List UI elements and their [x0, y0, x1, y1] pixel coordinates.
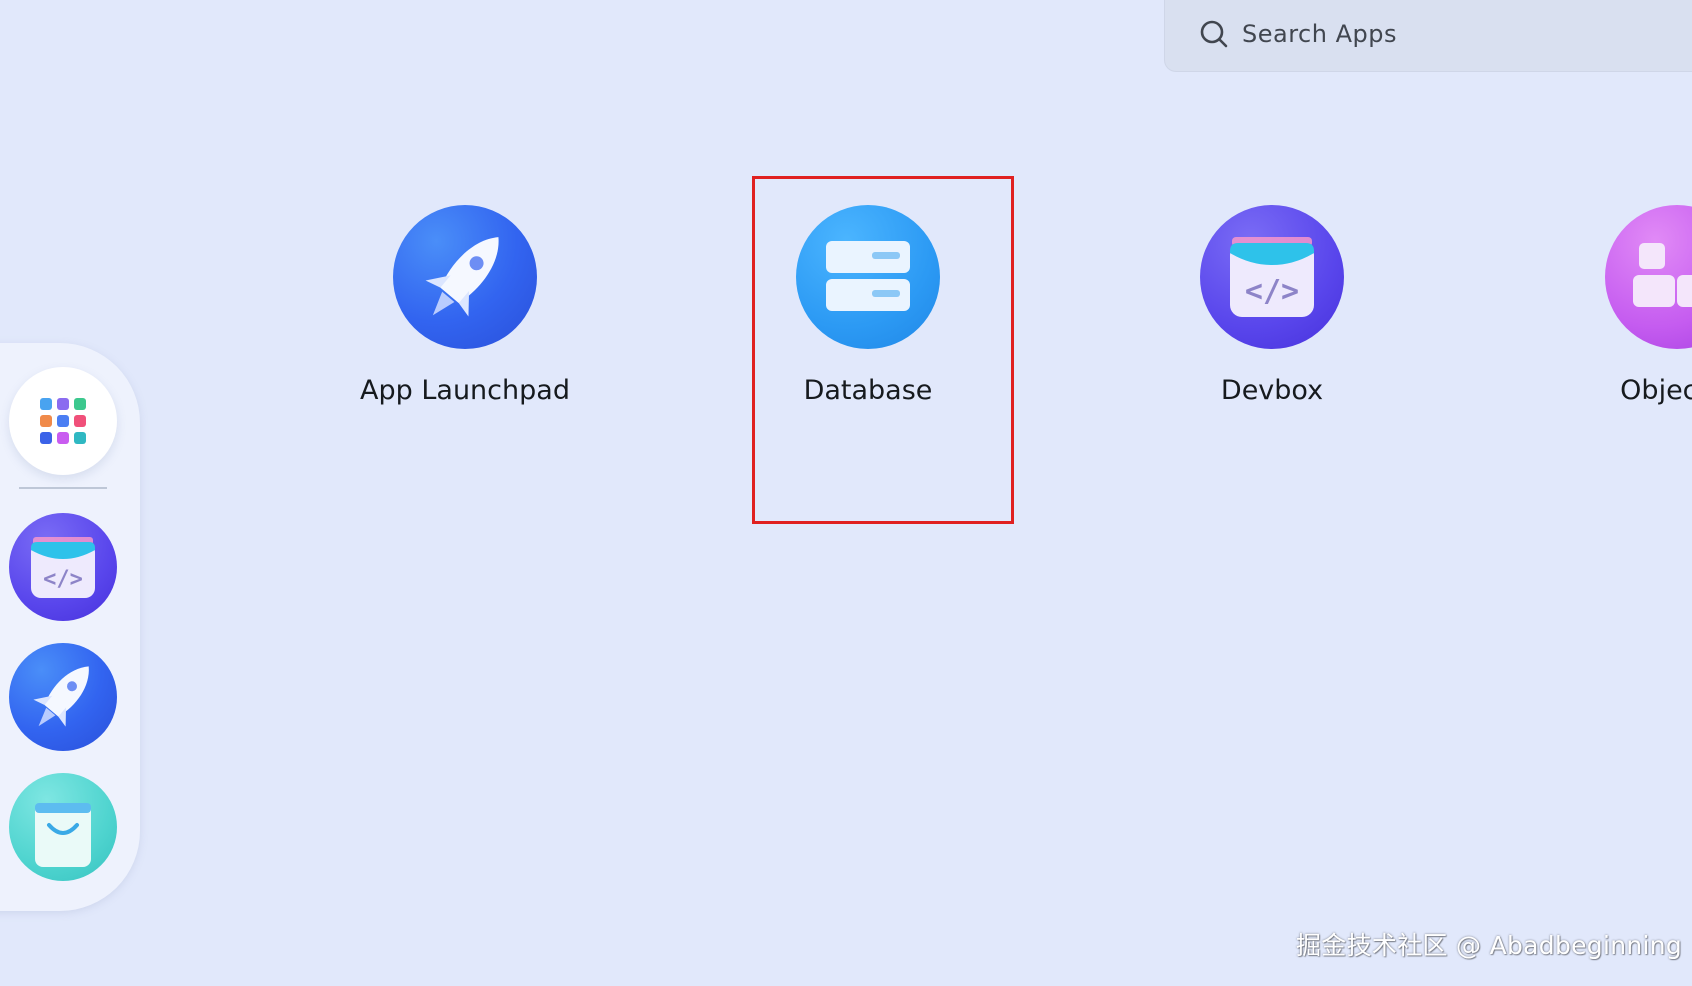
search-box[interactable]: Search Apps — [1164, 0, 1692, 72]
dock-item-devbox[interactable]: </> — [9, 513, 117, 621]
app-devbox[interactable]: </> Devbox — [1132, 205, 1412, 406]
app-label: App Launchpad — [360, 375, 570, 406]
svg-text:</>: </> — [1245, 274, 1299, 309]
dock-divider — [19, 487, 107, 489]
app-grid-icon — [40, 398, 86, 444]
rocket-icon — [33, 666, 89, 727]
code-folder-icon[interactable]: </> — [1200, 205, 1344, 349]
blocks-icon[interactable] — [1605, 205, 1692, 349]
watermark: 掘金技术社区 @ Abadbeginning — [1296, 931, 1683, 960]
dock-item-apps[interactable] — [9, 367, 117, 475]
dock-item-launchpad[interactable] — [9, 643, 117, 751]
code-folder-icon: </> — [31, 537, 95, 598]
highlight-box — [752, 176, 1014, 524]
app-launchpad[interactable]: App Launchpad — [325, 205, 605, 406]
shopping-bag-icon — [35, 803, 91, 867]
app-label: Object S — [1620, 375, 1692, 406]
dock-item-app-store[interactable] — [9, 773, 117, 881]
app-object-storage[interactable]: Object S — [1537, 205, 1692, 406]
search-icon — [1200, 20, 1228, 48]
svg-text:</>: </> — [43, 567, 83, 592]
app-label: Devbox — [1220, 375, 1324, 406]
search-input[interactable]: Search Apps — [1242, 20, 1397, 48]
rocket-icon[interactable] — [393, 205, 537, 349]
dock: </> — [0, 343, 140, 911]
